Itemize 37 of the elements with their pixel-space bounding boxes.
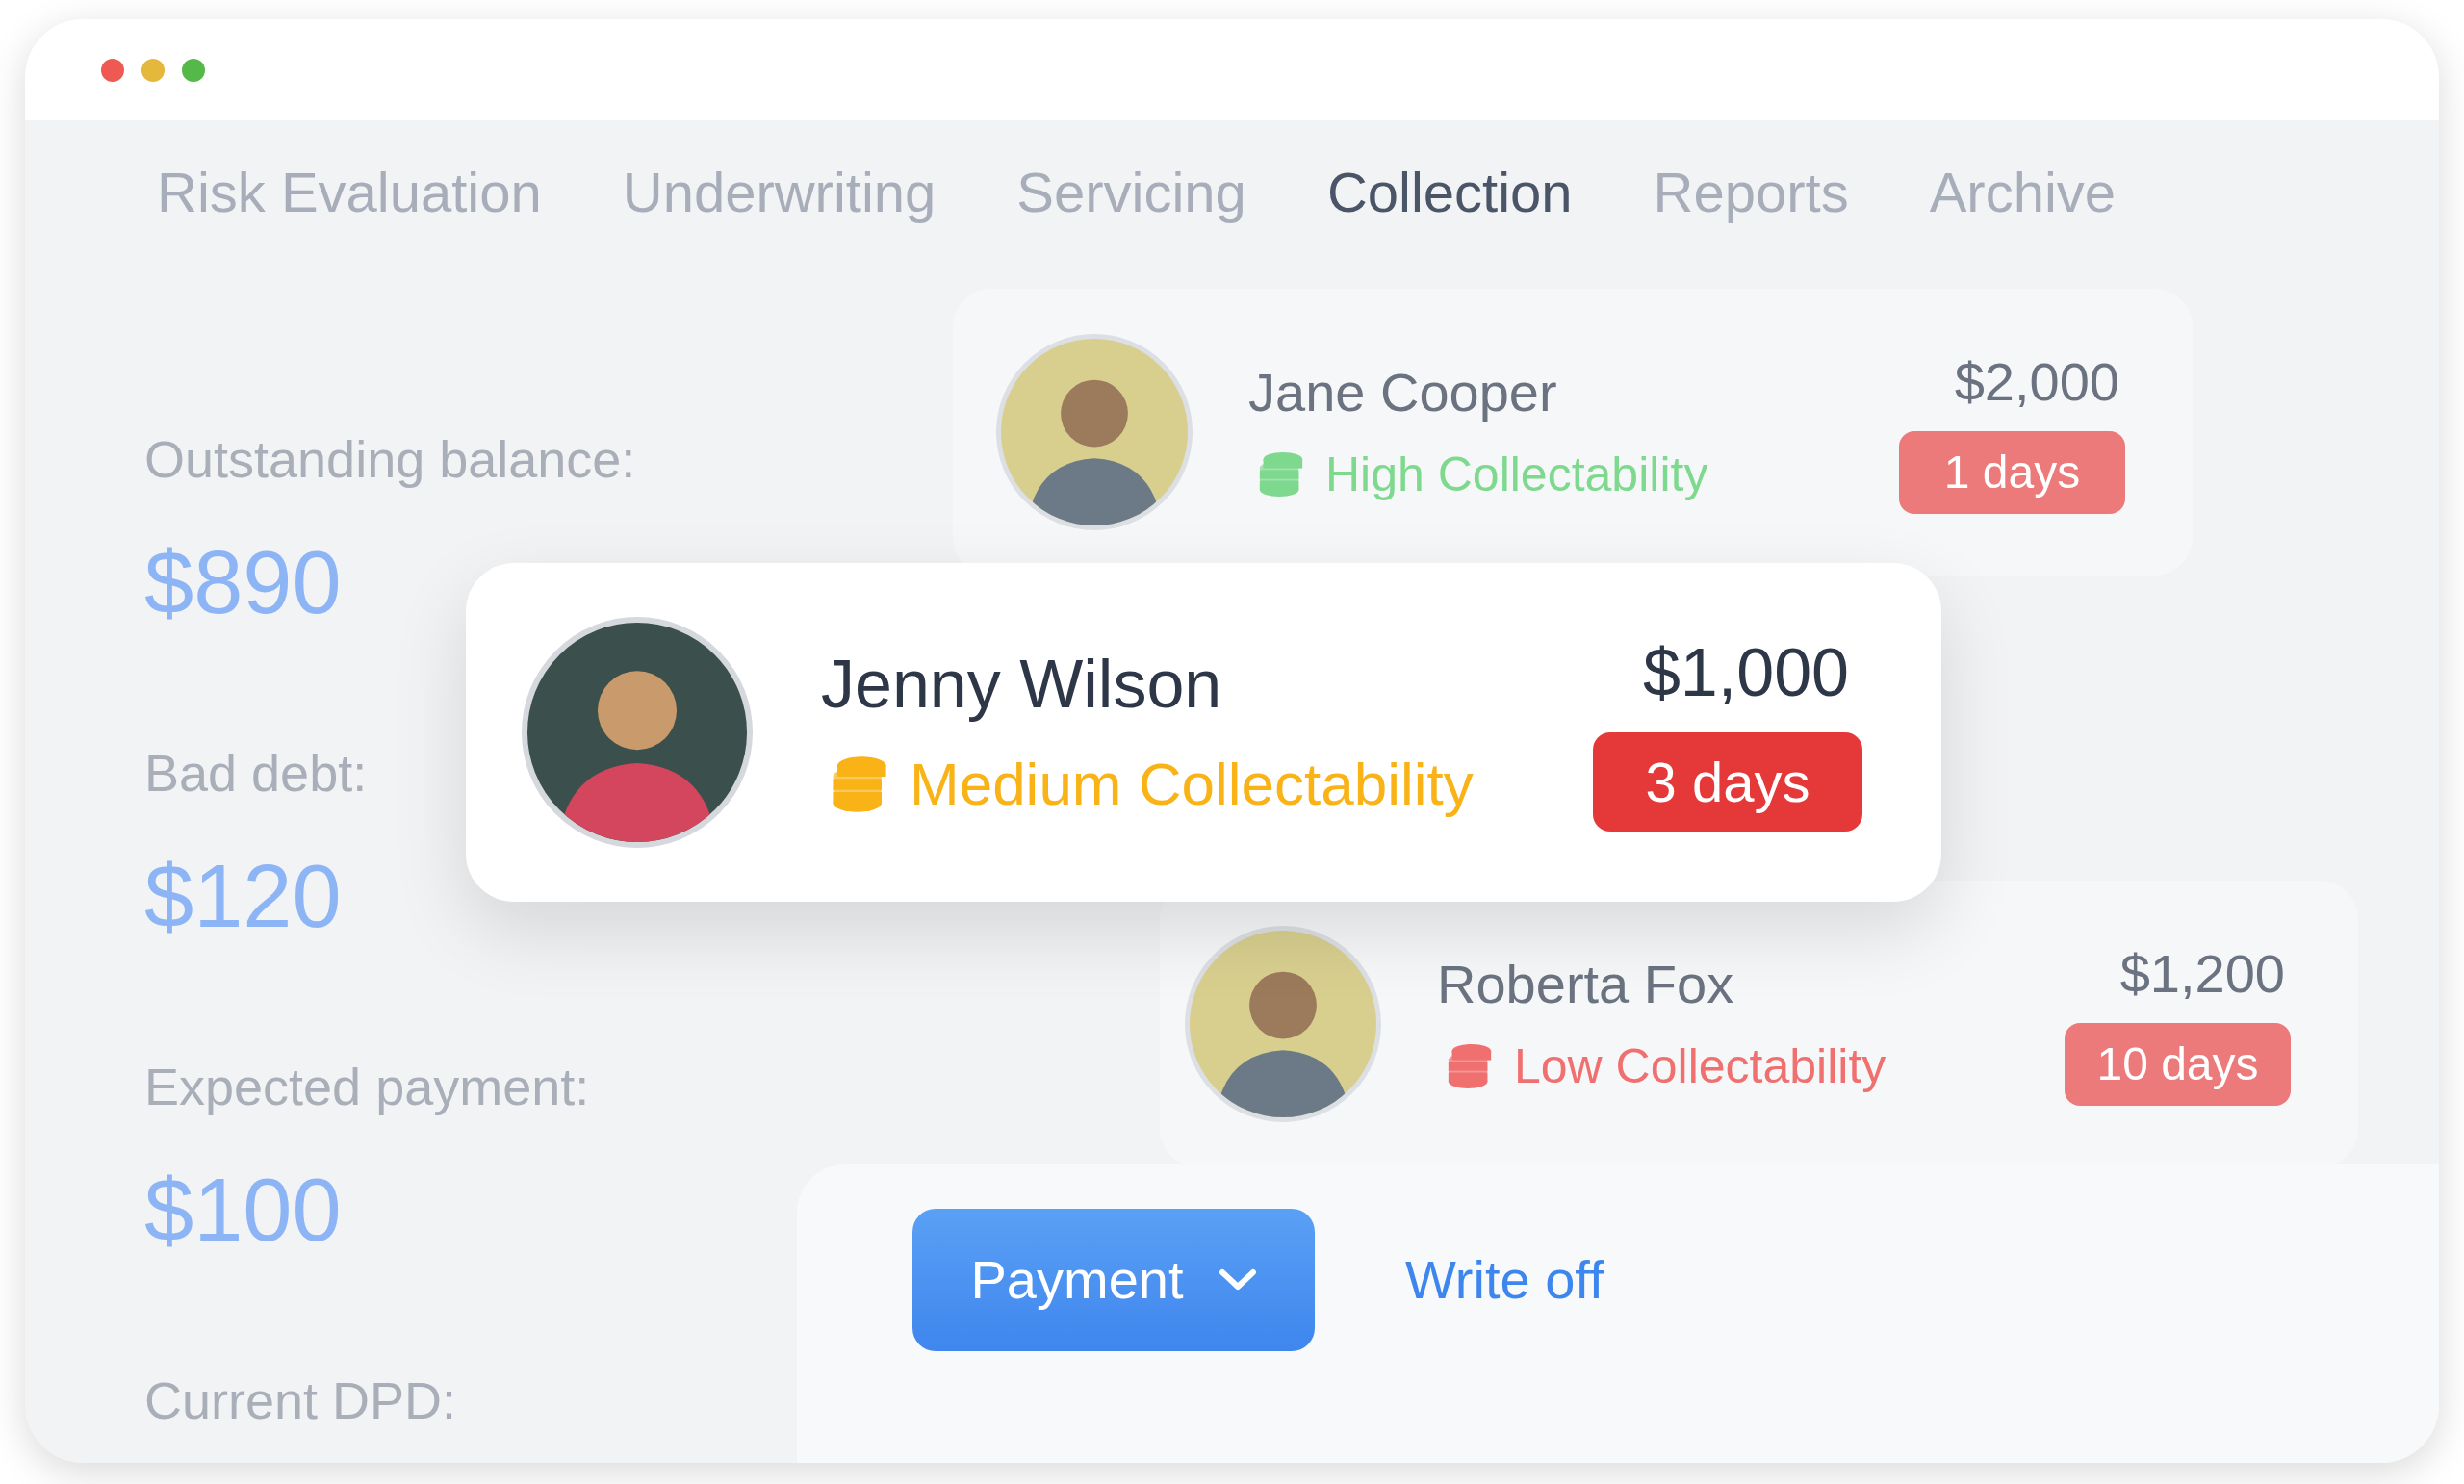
close-icon[interactable] <box>101 58 124 82</box>
write-off-link[interactable]: Write off <box>1405 1240 1604 1320</box>
coins-icon <box>831 755 888 814</box>
collectability-label: Low Collectability <box>1514 1038 1886 1095</box>
coins-icon <box>1258 450 1304 499</box>
stat-label: Outstanding balance: <box>144 429 636 490</box>
customer-card[interactable]: Jenny Wilson Medium Collectability $1,000 3 days <box>466 563 1941 902</box>
stat-label: Expected payment: <box>144 1057 591 1117</box>
stat-value: $100 <box>144 1162 343 1258</box>
stat-value: $120 <box>144 848 343 944</box>
nav-tab[interactable]: Underwriting <box>622 159 937 226</box>
maximize-icon[interactable] <box>182 58 205 82</box>
customer-card[interactable]: Jane Cooper High Collectability $2,000 1 days <box>953 289 2193 576</box>
nav-tab[interactable]: Servicing <box>1016 159 1246 226</box>
customer-name: Jane Cooper <box>1248 361 1558 424</box>
stat-label: Current DPD: <box>144 1370 458 1431</box>
nav-tab[interactable]: Risk Evaluation <box>157 159 542 226</box>
nav-tab[interactable]: Collection <box>1326 159 1573 226</box>
overdue-badge: 3 days <box>1593 731 1862 832</box>
customer-name: Roberta Fox <box>1437 953 1735 1016</box>
amount: $1,000 <box>1642 633 1850 711</box>
nav-tab[interactable]: Archive <box>1929 159 2117 226</box>
amount: $1,200 <box>2119 942 2286 1006</box>
payment-dropdown-button[interactable]: Payment <box>912 1209 1315 1351</box>
nav-tab[interactable]: Reports <box>1653 159 1849 226</box>
minimize-icon[interactable] <box>141 58 165 82</box>
chevron-down-icon <box>1218 1268 1257 1292</box>
amount: $2,000 <box>1954 350 2120 414</box>
customer-name: Jenny Wilson <box>821 646 1223 723</box>
overdue-badge: 1 days <box>1899 431 2125 514</box>
stat-value: $890 <box>144 534 343 630</box>
coins-icon <box>1447 1042 1493 1090</box>
overdue-badge: 10 days <box>2065 1023 2291 1106</box>
collectability-label: High Collectability <box>1325 447 1708 503</box>
customer-card[interactable]: Roberta Fox Low Collectability $1,200 10 days <box>1160 881 2358 1167</box>
collectability-label: Medium Collectability <box>910 750 1474 819</box>
stat-label: Bad debt: <box>144 743 369 804</box>
